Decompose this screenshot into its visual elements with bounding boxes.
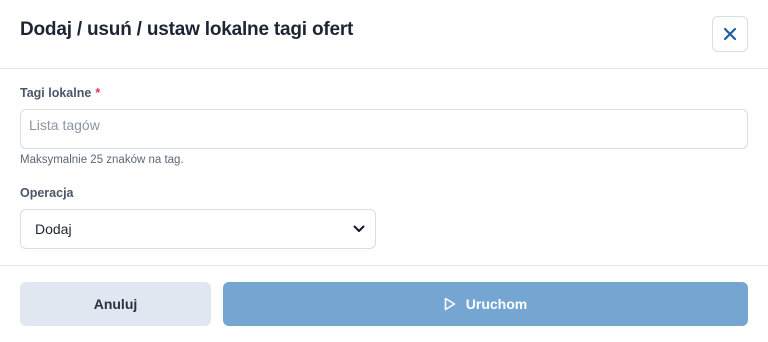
close-button[interactable] bbox=[712, 16, 748, 52]
cancel-button-label: Anuluj bbox=[93, 296, 138, 312]
close-icon bbox=[723, 27, 737, 41]
tags-label-text: Tagi lokalne bbox=[20, 86, 92, 100]
play-icon bbox=[444, 297, 456, 311]
cancel-button[interactable]: Anuluj bbox=[20, 282, 211, 326]
dialog-footer: Anuluj Uruchom bbox=[0, 265, 768, 342]
run-button[interactable]: Uruchom bbox=[223, 282, 748, 326]
tags-label: Tagi lokalne * bbox=[20, 86, 100, 100]
tags-hint: Maksymalnie 25 znaków na tag. bbox=[20, 154, 184, 166]
dialog-title: Dodaj / usuń / ustaw lokalne tagi ofert bbox=[20, 19, 354, 40]
operation-select[interactable]: Dodaj bbox=[20, 209, 376, 249]
required-mark: * bbox=[95, 86, 101, 100]
operation-label: Operacja bbox=[20, 186, 74, 200]
tags-dialog: Dodaj / usuń / ustaw lokalne tagi ofert … bbox=[0, 0, 768, 342]
tags-input[interactable] bbox=[20, 109, 748, 149]
run-button-label: Uruchom bbox=[465, 296, 528, 312]
chevron-down-icon bbox=[353, 225, 365, 233]
dialog-header: Dodaj / usuń / ustaw lokalne tagi ofert bbox=[0, 0, 768, 69]
operation-selected-value: Dodaj bbox=[35, 221, 72, 237]
